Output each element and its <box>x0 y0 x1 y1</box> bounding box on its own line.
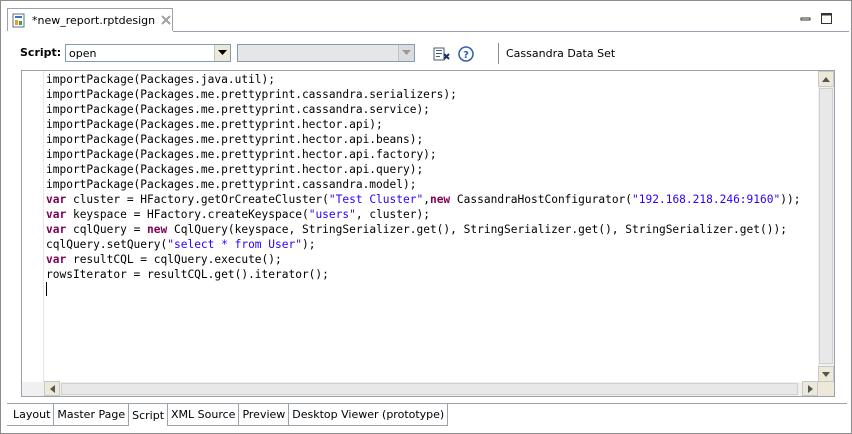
code-text: rowsIterator = resultCQL.get().iterator(… <box>46 268 329 281</box>
minimize-icon[interactable] <box>800 13 811 24</box>
code-line: importPackage(Packages.me.prettyprint.he… <box>46 132 818 147</box>
code-text: importPackage(Packages.me.prettyprint.he… <box>46 163 424 176</box>
horizontal-scrollbar[interactable] <box>22 381 818 396</box>
page-tabs: Layout Master Page Script XML Source Preview… <box>7 403 449 426</box>
editor-window: *new_report.rptdesign Script: open ? Cas… <box>0 0 852 434</box>
code-keyword: var <box>46 193 67 206</box>
code-line: var keyspace = HFactory.createKeyspace("… <box>46 207 818 222</box>
scrollbar-corner <box>818 382 834 396</box>
tab-desktop-viewer-prototype[interactable]: Desktop Viewer (prototype) <box>289 404 449 426</box>
code-line: importPackage(Packages.java.util); <box>46 72 818 87</box>
method-select-value: open <box>69 47 97 60</box>
code-text: , cluster); <box>355 208 430 221</box>
code-string: "users" <box>308 208 356 221</box>
help-icon[interactable]: ? <box>457 45 475 63</box>
code-keyword: var <box>46 253 67 266</box>
code-text: importPackage(Packages.me.prettyprint.he… <box>46 133 424 146</box>
code-text: )); <box>780 193 801 206</box>
tab-xml-source[interactable]: XML Source <box>168 404 240 426</box>
chevron-down-icon <box>398 45 414 61</box>
vertical-scrollbar[interactable] <box>818 71 834 382</box>
code-line: importPackage(Packages.me.prettyprint.he… <box>46 147 818 162</box>
editor-tab[interactable]: *new_report.rptdesign <box>7 8 173 31</box>
text-caret <box>46 282 47 296</box>
code-text: CassandraHostConfigurator( <box>450 193 633 206</box>
code-text: CqlQuery(keyspace, StringSerializer.get(… <box>167 223 787 236</box>
close-icon[interactable] <box>161 15 171 25</box>
code-line: rowsIterator = resultCQL.get().iterator(… <box>46 267 818 282</box>
svg-text:?: ? <box>463 50 469 61</box>
tab-divider <box>173 31 849 32</box>
code-line: importPackage(Packages.me.prettyprint.he… <box>46 117 818 132</box>
code-string: "Test Cluster" <box>328 193 424 206</box>
code-text: importPackage(Packages.me.prettyprint.ca… <box>46 178 417 191</box>
report-file-icon <box>12 13 26 28</box>
tab-script[interactable]: Script <box>129 404 169 426</box>
code-text: cqlQuery = <box>66 223 148 236</box>
code-line: var cluster = HFactory.getOrCreateCluste… <box>46 192 818 207</box>
script-editor[interactable]: importPackage(Packages.java.util); import… <box>21 70 835 397</box>
horizontal-scroll-thumb[interactable] <box>61 383 798 395</box>
code-text: cqlQuery.setQuery( <box>46 238 168 251</box>
tab-preview[interactable]: Preview <box>239 404 290 426</box>
code-text: cluster = HFactory.getOrCreateCluster( <box>66 193 329 206</box>
code-text: importPackage(Packages.me.prettyprint.he… <box>46 148 437 161</box>
toolbar-separator <box>498 43 499 64</box>
editor-gutter <box>22 71 44 382</box>
code-string: "select * from User" <box>167 238 302 251</box>
tab-master-page[interactable]: Master Page <box>54 404 130 426</box>
code-text: keyspace = HFactory.createKeyspace( <box>66 208 309 221</box>
dataset-label: Cassandra Data Set <box>506 47 616 60</box>
code-line: var cqlQuery = new CqlQuery(keyspace, St… <box>46 222 818 237</box>
script-label: Script: <box>20 46 62 59</box>
code-keyword: var <box>46 223 67 236</box>
code-text: ); <box>301 238 316 251</box>
tab-layout[interactable]: Layout <box>7 404 55 426</box>
code-string: "192.168.218.246:9160" <box>632 193 781 206</box>
code-line: var resultCQL = cqlQuery.execute(); <box>46 252 818 267</box>
method-select[interactable]: open <box>65 44 231 62</box>
insert-expression-icon[interactable] <box>433 45 451 63</box>
chevron-down-icon[interactable] <box>214 45 230 61</box>
code-line: importPackage(Packages.me.prettyprint.ca… <box>46 102 818 117</box>
code-line: importPackage(Packages.me.prettyprint.ca… <box>46 87 818 102</box>
code-line: importPackage(Packages.me.prettyprint.ca… <box>46 177 818 192</box>
scroll-right-button[interactable] <box>802 381 818 396</box>
code-line: cqlQuery.setQuery("select * from User"); <box>46 237 818 252</box>
scroll-left-button[interactable] <box>44 381 60 396</box>
code-text: , <box>423 193 430 206</box>
editor-tab-title: *new_report.rptdesign <box>32 13 156 27</box>
code-text: importPackage(Packages.me.prettyprint.ca… <box>46 88 457 101</box>
maximize-icon[interactable] <box>821 13 832 24</box>
scroll-down-button[interactable] <box>818 366 834 382</box>
code-keyword: new <box>429 193 451 206</box>
vertical-scroll-thumb[interactable] <box>819 88 833 364</box>
code-area[interactable]: importPackage(Packages.java.util); import… <box>46 72 818 381</box>
event-select <box>237 44 415 62</box>
code-keyword: new <box>147 223 168 236</box>
code-text: importPackage(Packages.me.prettyprint.he… <box>46 118 383 131</box>
code-text: importPackage(Packages.java.util); <box>46 73 276 86</box>
code-keyword: var <box>46 208 67 221</box>
scroll-up-button[interactable] <box>818 71 834 87</box>
code-text: importPackage(Packages.me.prettyprint.ca… <box>46 103 430 116</box>
code-text: resultCQL = cqlQuery.execute(); <box>66 253 282 266</box>
code-line: importPackage(Packages.me.prettyprint.he… <box>46 162 818 177</box>
